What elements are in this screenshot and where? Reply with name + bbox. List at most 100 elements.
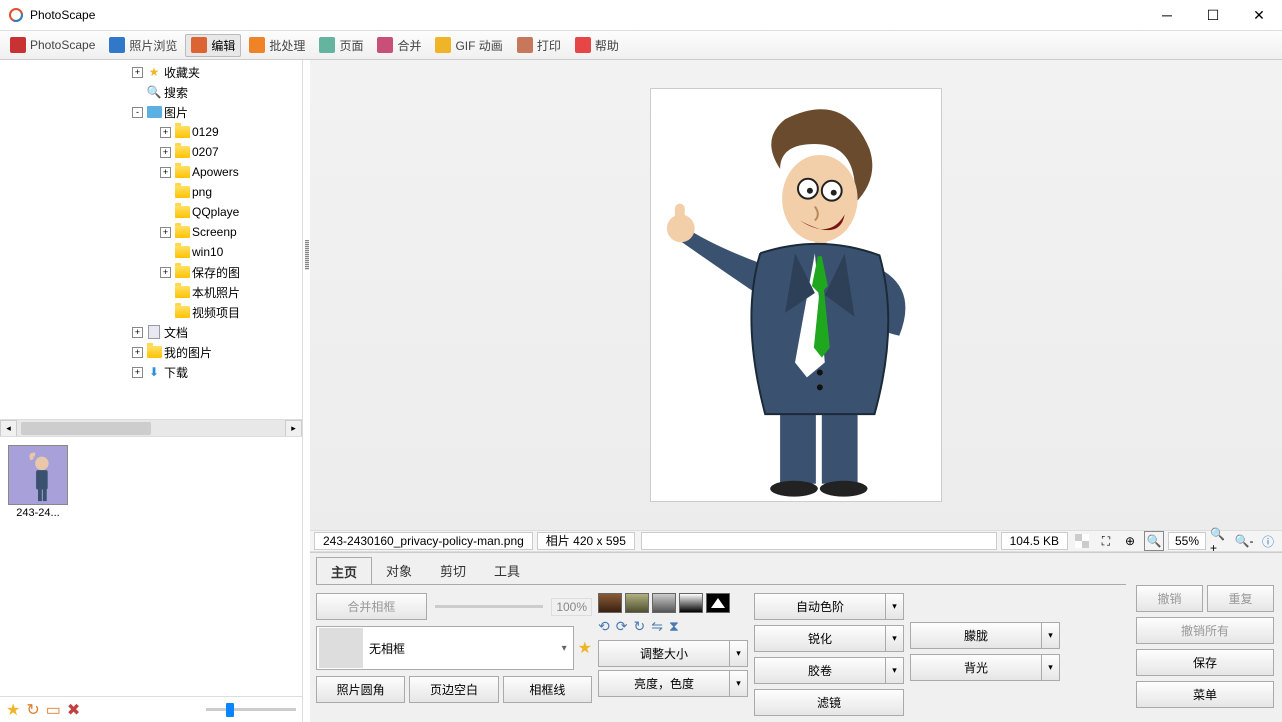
tree-item[interactable]: +★收藏夹 <box>0 62 302 82</box>
tree-expander[interactable]: + <box>132 367 143 378</box>
tree-item[interactable]: 视频项目 <box>0 302 302 322</box>
brightness-button[interactable]: 亮度，色度 <box>598 670 730 697</box>
frame-select[interactable]: 无相框 ▾ <box>316 626 574 670</box>
editor-tab-3[interactable]: 工具 <box>480 557 534 585</box>
zoom-in-icon[interactable]: 🔍+ <box>1210 531 1230 551</box>
swatch-olive[interactable] <box>625 593 649 613</box>
tree-item[interactable]: +Apowers <box>0 162 302 182</box>
swatch-gray[interactable] <box>652 593 676 613</box>
redo-button[interactable]: 重复 <box>1207 585 1274 612</box>
checker-icon[interactable] <box>1072 531 1092 551</box>
auto-level-button[interactable]: 自动色阶 <box>754 593 886 620</box>
tree-item[interactable]: +0207 <box>0 142 302 162</box>
tree-item[interactable]: +我的图片 <box>0 342 302 362</box>
tree-item[interactable]: win10 <box>0 242 302 262</box>
blur-dropdown[interactable]: ▾ <box>1042 622 1060 649</box>
tree-item[interactable]: +保存的图 <box>0 262 302 282</box>
scroll-right-button[interactable]: ▸ <box>285 420 302 437</box>
auto-level-dropdown[interactable]: ▾ <box>886 593 904 620</box>
toolbar-item-4[interactable]: 页面 <box>313 34 369 57</box>
round-corner-button[interactable]: 照片圆角 <box>316 676 405 703</box>
minimize-button[interactable]: ─ <box>1144 0 1190 30</box>
actual-size-icon[interactable]: ⊕ <box>1120 531 1140 551</box>
star-icon[interactable]: ★ <box>6 700 20 720</box>
tree-expander[interactable]: + <box>132 67 143 78</box>
editor-tab-0[interactable]: 主页 <box>316 557 372 585</box>
filter-button[interactable]: 滤镜 <box>754 689 904 716</box>
favorite-frame-icon[interactable]: ★ <box>578 638 592 658</box>
editor-tab-1[interactable]: 对象 <box>372 557 426 585</box>
film-button[interactable]: 胶卷 <box>754 657 886 684</box>
tree-expander[interactable]: + <box>132 327 143 338</box>
undo-all-button[interactable]: 撤销所有 <box>1136 617 1274 644</box>
tree-item[interactable]: +文档 <box>0 322 302 342</box>
toolbar-item-2[interactable]: 编辑 <box>185 34 241 57</box>
menu-button[interactable]: 菜单 <box>1136 681 1274 708</box>
info-icon[interactable]: ⓘ <box>1258 531 1278 551</box>
save-button[interactable]: 保存 <box>1136 649 1274 676</box>
zoom-fit-icon[interactable]: 🔍 <box>1144 531 1164 551</box>
frame-opacity-slider[interactable] <box>435 605 544 608</box>
toolbar-item-6[interactable]: GIF 动画 <box>429 34 508 57</box>
sharpen-button[interactable]: 锐化 <box>754 625 886 652</box>
tree-item[interactable]: png <box>0 182 302 202</box>
tree-expander[interactable]: + <box>160 147 171 158</box>
tree-scrollbar[interactable]: ◂ ▸ <box>0 419 302 436</box>
refresh-icon[interactable]: ↻ <box>26 700 39 720</box>
sharpen-dropdown[interactable]: ▾ <box>886 625 904 652</box>
tree-item[interactable]: +⬇下载 <box>0 362 302 382</box>
merge-frame-button[interactable]: 合并相框 <box>316 593 427 620</box>
tree-expander[interactable]: + <box>160 167 171 178</box>
toolbar-item-3[interactable]: 批处理 <box>243 34 311 57</box>
flip-horizontal-icon[interactable]: ⇋ <box>651 618 663 635</box>
gallery-icon[interactable]: ▭ <box>46 700 61 720</box>
tree-expander[interactable]: + <box>160 227 171 238</box>
toolbar-item-5[interactable]: 合并 <box>371 34 427 57</box>
toolbar-item-0[interactable]: PhotoScape <box>4 34 101 56</box>
tree-expander[interactable]: - <box>132 107 143 118</box>
fit-screen-icon[interactable]: ⛶ <box>1096 531 1116 551</box>
brightness-dropdown[interactable]: ▾ <box>730 670 748 697</box>
thumbnail-size-slider[interactable] <box>86 708 296 711</box>
toolbar-icon <box>249 37 265 53</box>
film-dropdown[interactable]: ▾ <box>886 657 904 684</box>
blur-button[interactable]: 朦胧 <box>910 622 1042 649</box>
maximize-button[interactable]: ☐ <box>1190 0 1236 30</box>
close-button[interactable]: ✕ <box>1236 0 1282 30</box>
backlight-button[interactable]: 背光 <box>910 654 1042 681</box>
canvas[interactable] <box>310 60 1282 530</box>
flip-vertical-icon[interactable]: ⧗ <box>669 618 679 635</box>
toolbar-item-1[interactable]: 照片浏览 <box>103 34 183 57</box>
backlight-dropdown[interactable]: ▾ <box>1042 654 1060 681</box>
tree-item[interactable]: +Screenp <box>0 222 302 242</box>
tree-expander[interactable]: + <box>132 347 143 358</box>
tree-label: 0129 <box>192 125 219 139</box>
toolbar-item-7[interactable]: 打印 <box>511 34 567 57</box>
swatch-sepia[interactable] <box>598 593 622 613</box>
resize-dropdown[interactable]: ▾ <box>730 640 748 667</box>
tree-item[interactable]: +0129 <box>0 122 302 142</box>
delete-icon[interactable]: ✖ <box>67 700 80 720</box>
rotate-right-icon[interactable]: ⟳ <box>616 618 628 635</box>
thumbnail-item[interactable]: 243-24... <box>8 445 68 519</box>
tree-item[interactable]: 🔍搜索 <box>0 82 302 102</box>
frame-line-button[interactable]: 相框线 <box>503 676 592 703</box>
rotate-free-icon[interactable]: ↻ <box>633 618 645 635</box>
tree-item[interactable]: QQplaye <box>0 202 302 222</box>
margin-button[interactable]: 页边空白 <box>409 676 498 703</box>
tree-expander[interactable]: + <box>160 267 171 278</box>
scroll-thumb[interactable] <box>21 422 151 435</box>
rotate-left-icon[interactable]: ⟲ <box>598 618 610 635</box>
zoom-out-icon[interactable]: 🔍- <box>1234 531 1254 551</box>
resize-button[interactable]: 调整大小 <box>598 640 730 667</box>
scroll-left-button[interactable]: ◂ <box>0 420 17 437</box>
undo-button[interactable]: 撤销 <box>1136 585 1203 612</box>
tree-item[interactable]: -图片 <box>0 102 302 122</box>
toolbar-item-8[interactable]: 帮助 <box>569 34 625 57</box>
swatch-invert[interactable] <box>706 593 730 613</box>
swatch-bw[interactable] <box>679 593 703 613</box>
panel-splitter[interactable] <box>303 60 310 722</box>
tree-item[interactable]: 本机照片 <box>0 282 302 302</box>
tree-expander[interactable]: + <box>160 127 171 138</box>
editor-tab-2[interactable]: 剪切 <box>426 557 480 585</box>
